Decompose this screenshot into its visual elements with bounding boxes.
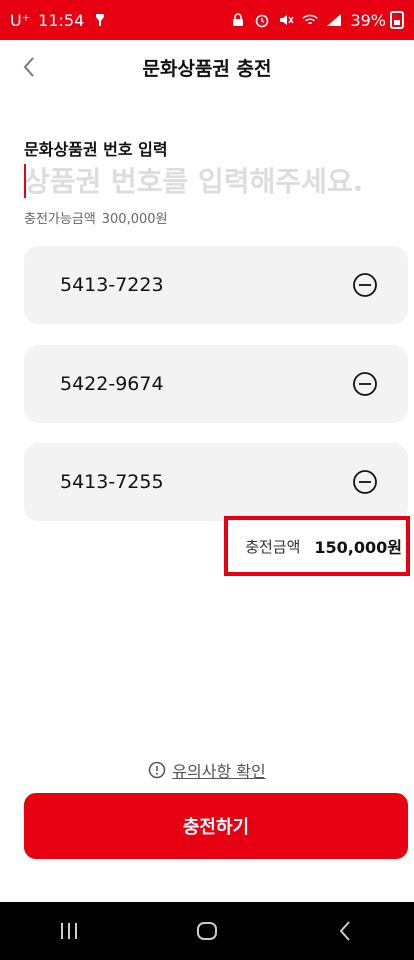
carrier-label: U⁺ — [10, 10, 31, 30]
input-caret — [24, 164, 26, 198]
voucher-code: 5422-9674-8 — [60, 373, 164, 395]
system-back-button[interactable] — [325, 911, 365, 951]
voucher-number-label: 문화상품권 번호 입력 — [24, 140, 168, 159]
home-button[interactable] — [187, 911, 227, 951]
chevron-left-icon — [23, 57, 34, 77]
remove-voucher-button[interactable] — [350, 369, 380, 399]
voucher-card: 5413-7255- — [24, 443, 408, 521]
minus-circle-icon — [353, 470, 377, 494]
mute-icon — [278, 12, 295, 28]
voucher-code: 5413-7255- — [60, 471, 164, 493]
page-title: 문화상품권 충전 — [142, 57, 272, 80]
remove-voucher-button[interactable] — [350, 467, 380, 497]
voucher-number-input[interactable] — [24, 162, 394, 200]
notice-link[interactable]: 유의사항 확인 — [0, 758, 414, 782]
battery-icon — [390, 11, 404, 29]
voucher-card: 5422-9674-8 — [24, 345, 408, 423]
status-right: 39% — [230, 11, 404, 30]
alarm-icon — [254, 12, 270, 28]
available-amount-value: 300,000원 — [101, 212, 168, 227]
minus-circle-icon — [353, 273, 377, 297]
status-bar: U⁺ 11:54 39% — [0, 0, 414, 40]
home-icon — [197, 922, 217, 940]
charge-button[interactable]: 충전하기 — [24, 793, 408, 859]
signal-icon — [326, 12, 342, 28]
voucher-card: 5413-7223- — [24, 246, 408, 324]
clock: 11:54 — [38, 10, 85, 30]
info-icon — [149, 761, 166, 779]
status-left: U⁺ 11:54 — [10, 11, 108, 30]
lock-icon — [230, 12, 246, 28]
system-nav-bar — [0, 902, 414, 960]
battery-indicator: 39% — [350, 11, 404, 30]
wifi-icon — [302, 12, 319, 28]
back-icon — [339, 921, 350, 941]
charge-total-label: 충전금액 — [245, 537, 301, 556]
recent-apps-icon — [61, 923, 77, 939]
charge-total-value: 150,000원 — [314, 538, 402, 557]
battery-percent: 39% — [350, 10, 386, 30]
available-amount-label: 충전가능금액 — [24, 212, 96, 227]
flashlight-icon — [92, 12, 108, 28]
back-button[interactable] — [14, 52, 44, 82]
minus-circle-icon — [353, 372, 377, 396]
recent-apps-button[interactable] — [49, 911, 89, 951]
charge-total: 충전금액 150,000원 — [224, 516, 410, 576]
notice-link-text[interactable]: 유의사항 확인 — [172, 758, 265, 782]
available-amount: 충전가능금액 300,000원 — [24, 208, 167, 227]
header: 문화상품권 충전 — [0, 40, 414, 94]
remove-voucher-button[interactable] — [350, 270, 380, 300]
voucher-code: 5413-7223- — [60, 274, 164, 296]
